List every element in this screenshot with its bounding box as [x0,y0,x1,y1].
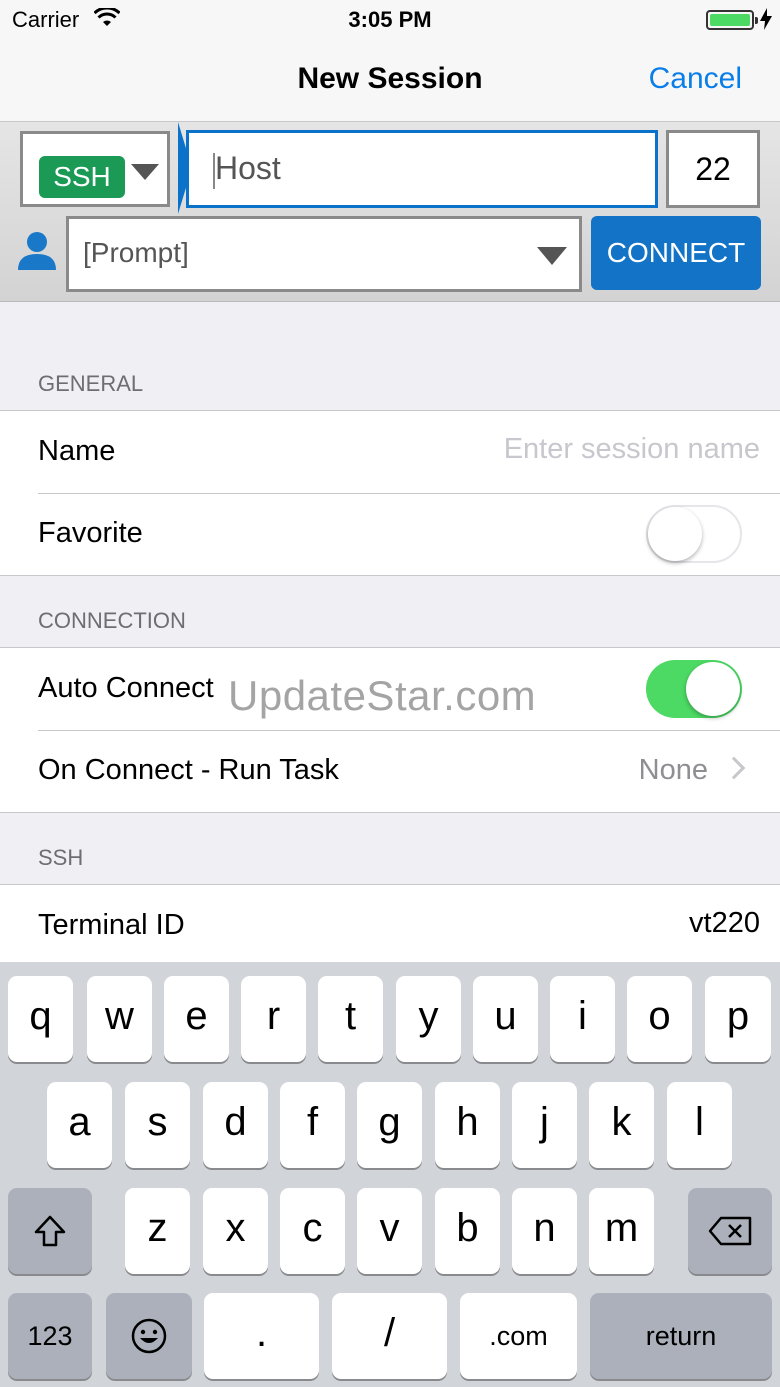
key-x[interactable]: x [203,1188,268,1274]
host-placeholder: Host [215,150,281,186]
return-key[interactable]: return [590,1293,772,1379]
key-m[interactable]: m [589,1188,654,1274]
key-t[interactable]: t [318,976,383,1062]
auto-connect-toggle[interactable] [646,660,742,718]
user-icon [18,232,56,270]
connect-button[interactable]: CONNECT [591,216,761,290]
name-label: Name [38,435,116,467]
section-header-general: GENERAL [38,371,144,396]
keyboard: q w e r t y u i o p a s d f g h j k l z … [0,962,780,1387]
shift-icon [34,1215,66,1247]
dropdown-caret-icon [131,164,159,180]
favorite-toggle[interactable] [646,505,742,563]
key-w[interactable]: w [87,976,152,1062]
favorite-label: Favorite [38,517,143,549]
key-f[interactable]: f [280,1082,345,1168]
favorite-row: Favorite [0,493,780,575]
slash-key[interactable]: / [332,1293,447,1379]
terminal-id-value: vt220 [689,907,760,939]
connection-toolbar: SSH Host 22 [Prompt] CONNECT [0,122,780,302]
key-b[interactable]: b [435,1188,500,1274]
emoji-key[interactable] [106,1293,192,1379]
key-g[interactable]: g [357,1082,422,1168]
shift-key[interactable] [8,1188,92,1274]
watermark: UpdateStar.com [228,672,537,719]
key-n[interactable]: n [512,1188,577,1274]
key-i[interactable]: i [550,976,615,1062]
key-s[interactable]: s [125,1082,190,1168]
key-v[interactable]: v [357,1188,422,1274]
cancel-button[interactable]: Cancel [649,62,742,96]
emoji-icon [131,1318,167,1354]
status-bar: Carrier 3:05 PM [0,0,780,40]
port-input[interactable]: 22 [666,130,760,208]
key-u[interactable]: u [473,976,538,1062]
terminal-id-row[interactable]: Terminal ID vt220 [0,885,780,967]
backspace-icon [708,1216,752,1246]
key-k[interactable]: k [589,1082,654,1168]
period-key[interactable]: . [204,1293,319,1379]
dropdown-caret-icon [537,247,567,265]
battery-icon [706,10,758,30]
auto-connect-label: Auto Connect [38,672,214,704]
on-connect-value: None [638,754,708,786]
charging-bolt-icon [760,8,772,30]
credentials-value: [Prompt] [83,237,189,268]
key-l[interactable]: l [667,1082,732,1168]
name-field[interactable]: Enter session name [504,433,760,466]
host-input[interactable]: Host [186,130,658,208]
status-time: 3:05 PM [348,7,432,32]
on-connect-label: On Connect - Run Task [38,754,339,786]
general-group: Name Enter session name Favorite [0,410,780,576]
terminal-id-label: Terminal ID [38,909,185,941]
key-h[interactable]: h [435,1082,500,1168]
backspace-key[interactable] [688,1188,772,1274]
key-d[interactable]: d [203,1082,268,1168]
key-o[interactable]: o [627,976,692,1062]
section-header-ssh: SSH [38,845,84,870]
key-e[interactable]: e [164,976,229,1062]
key-z[interactable]: z [125,1188,190,1274]
key-a[interactable]: a [47,1082,112,1168]
numbers-key[interactable]: 123 [8,1293,92,1379]
dotcom-key[interactable]: .com [460,1293,577,1379]
key-r[interactable]: r [241,976,306,1062]
navigation-bar: New Session Cancel [0,40,780,122]
key-p[interactable]: p [705,976,771,1062]
protocol-selector[interactable]: SSH [20,131,170,207]
ssh-group: Terminal ID vt220 [0,884,780,967]
credentials-selector[interactable]: [Prompt] [66,216,582,292]
section-header-connection: CONNECTION [38,608,186,633]
key-q[interactable]: q [8,976,73,1062]
key-y[interactable]: y [396,976,461,1062]
key-j[interactable]: j [512,1082,577,1168]
key-c[interactable]: c [280,1188,345,1274]
chevron-right-icon [722,756,746,780]
name-row[interactable]: Name Enter session name [0,411,780,493]
on-connect-row[interactable]: On Connect - Run Task None [0,730,780,812]
protocol-badge: SSH [39,156,125,198]
